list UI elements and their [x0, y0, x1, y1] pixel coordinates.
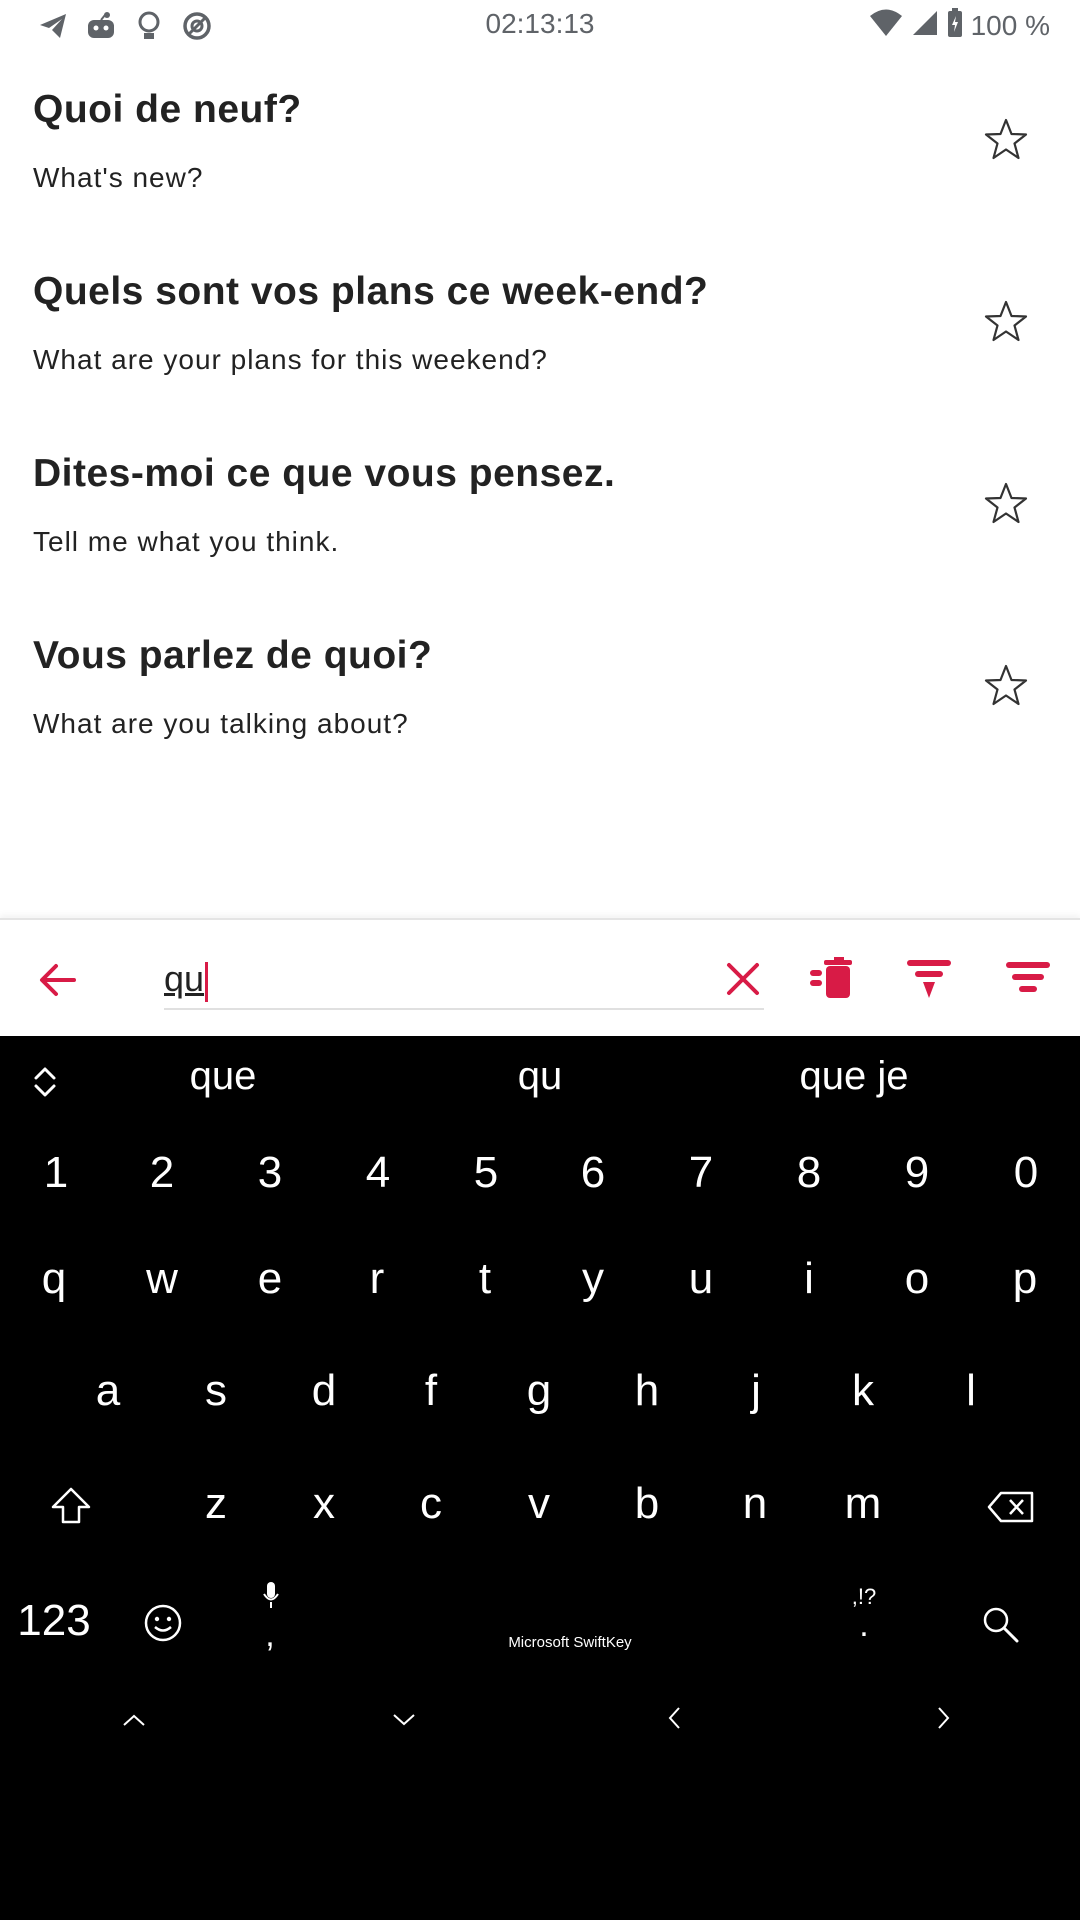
emoji-icon [144, 1604, 182, 1642]
shift-key[interactable] [40, 1476, 102, 1536]
search-input[interactable]: qu [164, 952, 764, 1010]
backspace-icon [987, 1491, 1034, 1523]
backspace-key[interactable] [980, 1482, 1042, 1532]
signal-icon [911, 9, 939, 44]
star-icon[interactable] [982, 480, 1030, 528]
list-item[interactable]: Dites-moi ce que vous pensez. Tell me wh… [0, 424, 1080, 606]
shift-icon [51, 1487, 91, 1524]
key-h[interactable]: h [597, 1366, 697, 1416]
numbers-key[interactable]: 123 [4, 1596, 104, 1646]
microphone-icon[interactable] [258, 1580, 284, 1610]
key-i[interactable]: i [759, 1254, 859, 1304]
cursor-up-key[interactable] [118, 1704, 150, 1736]
suggestion-item[interactable]: qu [410, 1054, 670, 1099]
cursor-right-key[interactable] [928, 1700, 960, 1736]
key-3[interactable]: 3 [220, 1148, 320, 1198]
cursor-left-key[interactable] [658, 1700, 690, 1736]
search-input-value: qu [164, 958, 205, 999]
key-b[interactable]: b [597, 1479, 697, 1529]
phrase-french: Vous parlez de quoi? [33, 634, 433, 677]
phrase-english: What are your plans for this weekend? [33, 344, 548, 375]
key-w[interactable]: w [112, 1254, 212, 1304]
filter-icon[interactable] [906, 958, 952, 1000]
battery-percent: 100 % [970, 10, 1050, 41]
chevron-left-icon [668, 1707, 680, 1729]
spacebar[interactable]: Microsoft SwiftKey [440, 1634, 700, 1651]
phrase-english: Tell me what you think. [33, 526, 340, 557]
key-x[interactable]: x [274, 1479, 374, 1529]
search-key[interactable] [976, 1600, 1024, 1648]
key-k[interactable]: k [813, 1366, 913, 1416]
back-arrow-icon[interactable] [38, 960, 78, 1000]
list-item[interactable]: Vous parlez de quoi? What are you talkin… [0, 606, 1080, 788]
phrase-french: Quels sont vos plans ce week-end? [33, 270, 709, 313]
star-icon[interactable] [982, 298, 1030, 346]
period-key[interactable]: . [814, 1606, 914, 1645]
key-j[interactable]: j [706, 1366, 806, 1416]
key-6[interactable]: 6 [543, 1148, 643, 1198]
clear-icon[interactable] [724, 960, 762, 998]
expand-toolbar-icon[interactable] [28, 1062, 62, 1102]
key-p[interactable]: p [975, 1254, 1075, 1304]
key-u[interactable]: u [651, 1254, 751, 1304]
chevron-up-icon [123, 1714, 145, 1726]
wifi-icon [869, 9, 903, 44]
key-9[interactable]: 9 [867, 1148, 967, 1198]
key-m[interactable]: m [813, 1479, 913, 1529]
key-z[interactable]: z [166, 1479, 266, 1529]
cursor-down-key[interactable] [388, 1704, 420, 1736]
phrase-list: Quoi de neuf? What's new? Quels sont vos… [0, 60, 1080, 788]
key-5[interactable]: 5 [436, 1148, 536, 1198]
text-cursor [205, 962, 208, 1002]
suggestion-item[interactable]: que je [724, 1054, 984, 1099]
key-o[interactable]: o [867, 1254, 967, 1304]
key-g[interactable]: g [489, 1366, 589, 1416]
key-y[interactable]: y [543, 1254, 643, 1304]
emoji-key[interactable] [138, 1598, 188, 1648]
key-t[interactable]: t [435, 1254, 535, 1304]
star-icon[interactable] [982, 116, 1030, 164]
search-toolbar: qu [0, 918, 1080, 1038]
comma-key[interactable]: , [220, 1616, 320, 1655]
suggestion-item[interactable]: que [93, 1054, 353, 1099]
key-4[interactable]: 4 [328, 1148, 428, 1198]
chevron-right-icon [938, 1707, 950, 1729]
key-0[interactable]: 0 [976, 1148, 1076, 1198]
sort-icon[interactable] [1005, 958, 1051, 1000]
key-s[interactable]: s [166, 1366, 266, 1416]
star-icon[interactable] [982, 662, 1030, 710]
key-e[interactable]: e [220, 1254, 320, 1304]
key-q[interactable]: q [4, 1254, 104, 1304]
key-f[interactable]: f [381, 1366, 481, 1416]
list-item[interactable]: Quoi de neuf? What's new? [0, 60, 1080, 242]
suggestion-strip: que qu que je [0, 1036, 1080, 1128]
keyboard: que qu que je 1 2 3 4 5 6 7 8 9 0 q w e … [0, 1036, 1080, 1920]
key-a[interactable]: a [58, 1366, 158, 1416]
chevron-down-icon [393, 1714, 415, 1726]
key-8[interactable]: 8 [759, 1148, 859, 1198]
phrase-english: What are you talking about? [33, 708, 409, 739]
phrase-english: What's new? [33, 162, 204, 193]
system-status: 100 % [869, 7, 1050, 45]
key-r[interactable]: r [327, 1254, 427, 1304]
phrase-french: Quoi de neuf? [33, 88, 302, 131]
key-v[interactable]: v [489, 1479, 589, 1529]
key-n[interactable]: n [705, 1479, 805, 1529]
phrase-french: Dites-moi ce que vous pensez. [33, 452, 616, 495]
delete-items-icon[interactable] [808, 956, 854, 1002]
key-l[interactable]: l [921, 1366, 1021, 1416]
key-c[interactable]: c [381, 1479, 481, 1529]
list-item[interactable]: Quels sont vos plans ce week-end? What a… [0, 242, 1080, 424]
key-1[interactable]: 1 [6, 1148, 106, 1198]
key-d[interactable]: d [274, 1366, 374, 1416]
status-bar: 02:13:13 100 % [0, 0, 1080, 52]
key-2[interactable]: 2 [112, 1148, 212, 1198]
battery-icon [947, 7, 963, 45]
key-7[interactable]: 7 [651, 1148, 751, 1198]
search-icon [983, 1607, 1019, 1643]
